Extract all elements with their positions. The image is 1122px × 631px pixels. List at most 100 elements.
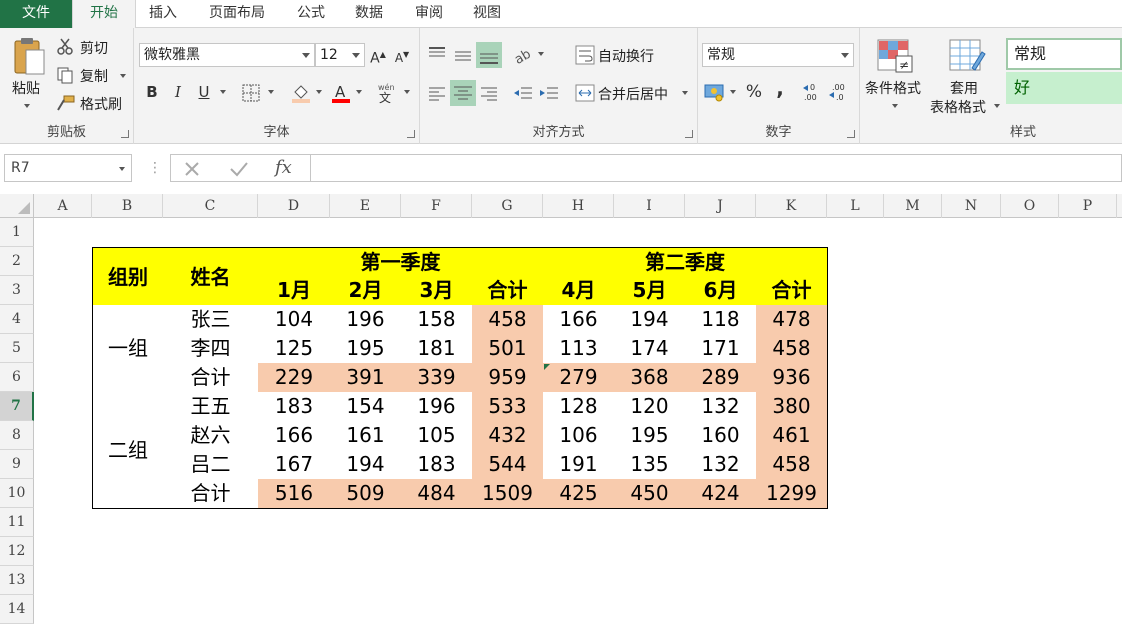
value-cell[interactable]: 105 <box>401 421 473 451</box>
row-header-4[interactable]: 4 <box>0 305 34 334</box>
value-cell[interactable]: 194 <box>330 450 402 480</box>
value-cell[interactable]: 125 <box>258 334 331 364</box>
font-size-select[interactable]: 12 <box>315 43 365 67</box>
row-header-8[interactable]: 8 <box>0 421 34 450</box>
value-cell[interactable]: 183 <box>258 392 331 422</box>
value-cell[interactable]: 533 <box>472 392 544 422</box>
header-month[interactable]: 3月 <box>401 276 473 306</box>
person-name[interactable]: 吕二 <box>163 450 259 480</box>
column-header-B[interactable]: B <box>92 194 163 218</box>
merge-center-icon[interactable] <box>574 82 596 104</box>
total-cell[interactable]: 289 <box>685 363 757 393</box>
value-cell[interactable]: 120 <box>614 392 686 422</box>
value-cell[interactable]: 174 <box>614 334 686 364</box>
wrap-text-button[interactable]: 自动换行 <box>598 46 654 66</box>
formula-bar-grip-icon[interactable]: ⋮ <box>148 160 162 176</box>
tab-page-layout[interactable]: 页面布局 <box>196 0 278 28</box>
total-cell[interactable]: 936 <box>756 363 828 393</box>
person-name[interactable]: 赵六 <box>163 421 259 451</box>
header-month[interactable]: 合计 <box>756 276 828 306</box>
row-header-6[interactable]: 6 <box>0 363 34 392</box>
value-cell[interactable]: 158 <box>401 305 473 335</box>
paste-icon[interactable] <box>12 36 46 76</box>
row-header-14[interactable]: 14 <box>0 595 34 624</box>
total-cell[interactable]: 516 <box>258 479 331 509</box>
paste-label[interactable]: 粘贴 <box>12 78 40 98</box>
underline-dropdown-icon[interactable] <box>220 90 226 94</box>
total-cell[interactable]: 339 <box>401 363 473 393</box>
tab-review[interactable]: 审阅 <box>402 0 456 28</box>
column-header-N[interactable]: N <box>942 194 1001 218</box>
tab-home[interactable]: 开始 <box>72 0 136 29</box>
font-name-select[interactable]: 微软雅黑 <box>139 43 315 67</box>
italic-button[interactable]: I <box>166 80 190 104</box>
table-format-dropdown-icon[interactable] <box>994 104 1000 108</box>
align-center-button[interactable] <box>450 80 476 106</box>
decrease-decimal-icon[interactable]: .00.0 <box>828 80 850 104</box>
value-cell[interactable]: 195 <box>330 334 402 364</box>
table-format-label-1[interactable]: 套用 <box>950 78 978 98</box>
align-middle-icon[interactable] <box>452 44 474 66</box>
cut-button[interactable]: 剪切 <box>80 38 108 58</box>
fill-color-icon[interactable] <box>290 82 312 104</box>
orientation-icon[interactable]: ab <box>512 44 534 66</box>
accounting-dropdown-icon[interactable] <box>730 90 736 94</box>
merge-dropdown-icon[interactable] <box>682 91 688 95</box>
align-right-icon[interactable] <box>478 82 500 104</box>
row-header-9[interactable]: 9 <box>0 450 34 479</box>
column-header-J[interactable]: J <box>685 194 756 218</box>
column-header-A[interactable]: A <box>34 194 92 218</box>
person-name[interactable]: 李四 <box>163 334 259 364</box>
clipboard-launcher-icon[interactable] <box>121 130 129 138</box>
value-cell[interactable]: 195 <box>614 421 686 451</box>
value-cell[interactable]: 458 <box>472 305 544 335</box>
column-header-O[interactable]: O <box>1001 194 1059 218</box>
orientation-dropdown-icon[interactable] <box>538 52 544 56</box>
align-left-icon[interactable] <box>426 82 448 104</box>
value-cell[interactable]: 113 <box>543 334 615 364</box>
total-cell[interactable]: 959 <box>472 363 544 393</box>
style-normal[interactable]: 常规 <box>1006 38 1122 70</box>
align-top-icon[interactable] <box>426 44 448 66</box>
header-month[interactable]: 1月 <box>258 276 331 306</box>
copy-icon[interactable] <box>56 66 74 84</box>
value-cell[interactable]: 380 <box>756 392 828 422</box>
value-cell[interactable]: 167 <box>258 450 331 480</box>
value-cell[interactable]: 135 <box>614 450 686 480</box>
align-bottom-button[interactable] <box>476 42 502 68</box>
total-cell[interactable]: 368 <box>614 363 686 393</box>
select-all-corner[interactable] <box>0 194 34 218</box>
column-header-G[interactable]: G <box>472 194 543 218</box>
percent-button[interactable]: % <box>742 80 766 104</box>
total-cell[interactable]: 425 <box>543 479 615 509</box>
tab-insert[interactable]: 插入 <box>136 0 190 28</box>
increase-decimal-icon[interactable]: 0.00 <box>802 80 824 104</box>
enter-icon[interactable] <box>229 160 249 178</box>
paste-dropdown-icon[interactable] <box>24 104 30 108</box>
conditional-format-icon[interactable]: ≠ <box>876 38 914 74</box>
increase-font-icon[interactable]: A▲ <box>366 43 390 67</box>
value-cell[interactable]: 183 <box>401 450 473 480</box>
header-month[interactable]: 6月 <box>685 276 757 306</box>
value-cell[interactable]: 191 <box>543 450 615 480</box>
total-cell[interactable]: 509 <box>330 479 402 509</box>
wrap-text-icon[interactable] <box>574 44 596 66</box>
header-month[interactable]: 5月 <box>614 276 686 306</box>
borders-dropdown-icon[interactable] <box>268 90 274 94</box>
header-name[interactable]: 姓名 <box>163 247 259 306</box>
group-label[interactable]: 一组 <box>92 305 164 393</box>
tab-view[interactable]: 视图 <box>460 0 514 28</box>
group-label[interactable]: 二组 <box>92 392 164 509</box>
accounting-format-icon[interactable] <box>704 82 726 102</box>
format-painter-button[interactable]: 格式刷 <box>80 94 122 114</box>
table-format-label-2[interactable]: 表格格式 <box>930 97 986 117</box>
conditional-format-dropdown-icon[interactable] <box>892 104 898 108</box>
column-header-E[interactable]: E <box>330 194 401 218</box>
value-cell[interactable]: 181 <box>401 334 473 364</box>
header-month[interactable]: 2月 <box>330 276 402 306</box>
total-cell[interactable]: 484 <box>401 479 473 509</box>
header-q1[interactable]: 第一季度 <box>258 247 544 277</box>
column-header-M[interactable]: M <box>884 194 942 218</box>
column-header-I[interactable]: I <box>614 194 685 218</box>
value-cell[interactable]: 118 <box>685 305 757 335</box>
